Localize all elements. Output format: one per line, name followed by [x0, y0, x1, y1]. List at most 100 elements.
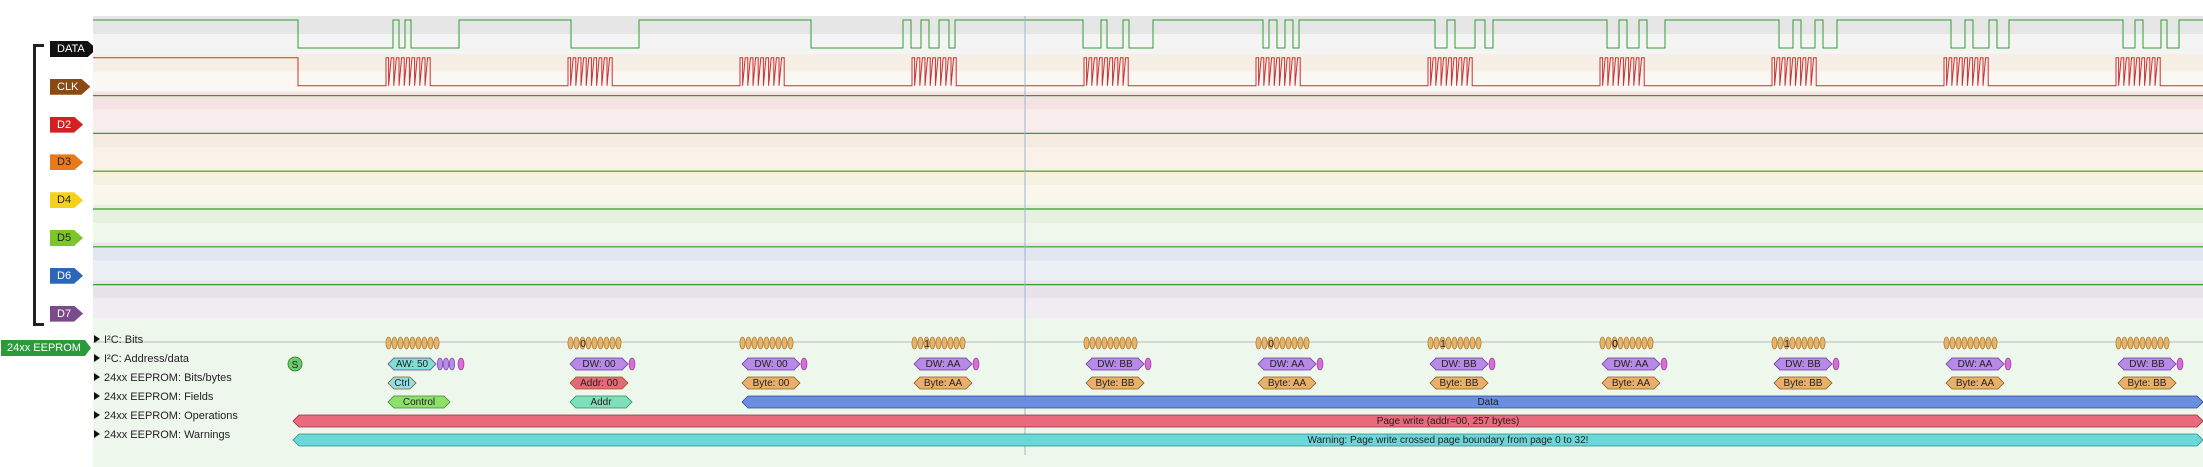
bit-marker [1967, 336, 1974, 350]
byte-label: Addr: 00 [580, 378, 618, 389]
bit-marker [436, 357, 444, 371]
bit-marker [2157, 336, 2164, 350]
channel-band-lower [93, 185, 2203, 205]
bit-marker [775, 336, 782, 350]
bit-marker [941, 336, 948, 350]
bit-marker [1255, 336, 1262, 350]
address-data-label: DW: BB [1441, 359, 1477, 370]
ack-marker [1316, 357, 1324, 371]
bit-marker [1961, 336, 1968, 350]
bit-marker [448, 357, 456, 371]
bit-marker [1789, 336, 1796, 350]
decoder-row-label[interactable]: 24xx EEPROM: Operations [94, 409, 238, 423]
bit-marker [1949, 336, 1956, 350]
address-data-label: AW: 50 [396, 359, 429, 370]
bit-marker [1095, 336, 1102, 350]
bit-marker [2115, 336, 2122, 350]
bit-marker [397, 336, 404, 350]
channel-tag-d7[interactable]: D7 [50, 306, 83, 322]
channel-tag-clk[interactable]: CLK [50, 79, 90, 95]
address-data-label: DW: AA [1958, 359, 1993, 370]
bit-marker [953, 336, 960, 350]
warning-label: Warning: Page write crossed page boundar… [1308, 435, 1589, 446]
bit-marker [959, 336, 966, 350]
decoder-row-label[interactable]: I²C: Address/data [94, 352, 189, 366]
ack-marker [972, 357, 980, 371]
channel-tag-d5[interactable]: D5 [50, 230, 83, 246]
byte-label: Byte: BB [1440, 378, 1479, 389]
operation-segment [292, 414, 2203, 428]
bit-marker [1629, 336, 1636, 350]
channel-band-d2 [93, 91, 2203, 110]
address-data-label: DW: AA [1614, 359, 1649, 370]
address-data-label: DW: BB [2129, 359, 2165, 370]
bit-marker [421, 336, 428, 350]
bit-marker [1469, 336, 1476, 350]
bit-marker [1089, 336, 1096, 350]
ack-marker [628, 357, 636, 371]
start-marker-label: S [292, 360, 299, 371]
bit-marker [2163, 336, 2170, 350]
bit-marker [2145, 336, 2152, 350]
bit-marker [781, 336, 788, 350]
byte-label: Byte: BB [2128, 378, 2167, 389]
byte-label: Byte: AA [924, 378, 963, 389]
expand-triangle-icon[interactable] [94, 430, 100, 438]
bit-marker [385, 336, 392, 350]
decoder-row-label[interactable]: 24xx EEPROM: Bits/bytes [94, 371, 232, 385]
bit-marker [1623, 336, 1630, 350]
bit-marker [1303, 336, 1310, 350]
bit-marker [1979, 336, 1986, 350]
field-label: Addr [590, 397, 612, 408]
bit-marker [2121, 336, 2128, 350]
bit-marker [1101, 336, 1108, 350]
channel-band-lower [93, 223, 2203, 243]
bit-digit: 0 [580, 339, 586, 350]
bit-marker [763, 336, 770, 350]
channel-band-lower [93, 260, 2203, 281]
channel-tag-data[interactable]: DATA [50, 41, 97, 57]
expand-triangle-icon[interactable] [94, 335, 100, 343]
channel-tag-d3[interactable]: D3 [50, 154, 83, 170]
bit-marker [1125, 336, 1132, 350]
bit-marker [2139, 336, 2146, 350]
channel-tag-d6[interactable]: D6 [50, 268, 83, 284]
bit-marker [787, 336, 794, 350]
expand-triangle-icon[interactable] [94, 354, 100, 362]
field-label: Data [1477, 397, 1499, 408]
bit-marker [603, 336, 610, 350]
bit-marker [427, 336, 434, 350]
address-data-label: DW: 00 [754, 359, 788, 370]
bit-marker [1427, 336, 1434, 350]
ack-marker [1832, 357, 1840, 371]
channel-band-d6 [93, 242, 2203, 261]
expand-triangle-icon[interactable] [94, 392, 100, 400]
decoder-group-label[interactable]: 24xx EEPROM [1, 340, 91, 356]
waveform-area[interactable]: 0 1 0 1 00 1S AW: 50 DW: 00 DW: 00 DW: AA DW: BB DW… [93, 0, 2203, 467]
decoder-row-label[interactable]: 24xx EEPROM: Fields [94, 390, 213, 404]
byte-label: Byte: AA [1612, 378, 1651, 389]
bit-marker [1599, 336, 1606, 350]
bit-marker [415, 336, 422, 350]
decoder-row-name: 24xx EEPROM: Bits/bytes [104, 372, 232, 384]
bit-digit: 1 [1440, 339, 1446, 350]
bit-marker [1777, 336, 1784, 350]
bit-marker [1119, 336, 1126, 350]
ack-marker [2004, 357, 2012, 371]
expand-triangle-icon[interactable] [94, 373, 100, 381]
expand-triangle-icon[interactable] [94, 411, 100, 419]
bit-marker [1475, 336, 1482, 350]
channel-band-d3 [93, 129, 2203, 148]
channel-group-bracket [33, 44, 44, 326]
decoder-row-label[interactable]: I²C: Bits [94, 333, 143, 347]
channel-tag-d2[interactable]: D2 [50, 117, 83, 133]
bit-marker [1807, 336, 1814, 350]
bit-marker [1819, 336, 1826, 350]
bit-marker [1457, 336, 1464, 350]
bit-marker [1291, 336, 1298, 350]
decoder-row-label[interactable]: 24xx EEPROM: Warnings [94, 428, 230, 442]
bit-marker [573, 336, 580, 350]
bit-marker [1273, 336, 1280, 350]
channel-tag-d4[interactable]: D4 [50, 192, 83, 208]
ack-marker [1144, 357, 1152, 371]
